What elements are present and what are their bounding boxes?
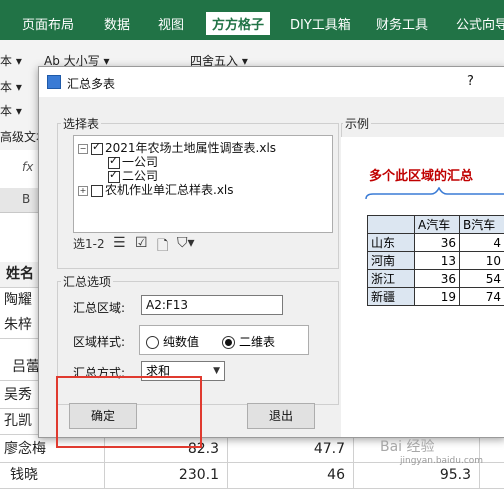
tree-item-workbook2[interactable]: + 农机作业单汇总样表.xls — [78, 181, 234, 198]
tree-toolbar: 选1-2 ☰ ☑ 🗋 ⛉▾ — [73, 235, 243, 255]
filter-icon[interactable]: ⛉▾ — [177, 235, 195, 251]
highlight-box — [56, 376, 202, 448]
radio-button[interactable] — [222, 336, 235, 349]
cell-value[interactable]: 230.1 — [104, 463, 228, 488]
checkbox[interactable] — [91, 143, 103, 155]
tab-data[interactable]: 数据 — [104, 14, 130, 33]
tab-diy-toolbox[interactable]: DIY工具箱 — [290, 14, 351, 33]
cell-value[interactable]: 95.3 — [354, 463, 480, 488]
ribbon-tab-bar: 页面布局 数据 视图 方方格子 DIY工具箱 财务工具 公式向导 — [0, 0, 504, 40]
check-all-icon[interactable]: ☑ — [135, 235, 148, 251]
dialog-title: 汇总多表 — [67, 75, 115, 92]
column-b-label[interactable]: B — [22, 192, 30, 206]
table-row: 钱晓 230.1 46 95.3 — [0, 463, 504, 489]
app-icon — [47, 75, 61, 89]
radio-label: 二维表 — [239, 335, 275, 349]
fx-icon[interactable]: fx — [22, 160, 33, 174]
ribbon-text-dropdown-1[interactable]: 本 ▾ — [0, 52, 22, 69]
cell-name[interactable]: 吕蕾 — [12, 355, 41, 380]
style-radio-group: 纯数值 二维表 — [139, 325, 309, 355]
example-row-label: 新疆 — [368, 288, 415, 306]
dialog-titlebar[interactable]: 汇总多表 ? — [39, 67, 504, 97]
formula-bar: fx — [0, 150, 40, 189]
collapse-icon[interactable]: − — [78, 144, 88, 154]
example-row-label: 浙江 — [368, 270, 415, 288]
example-cell: 74 — [460, 288, 504, 306]
cell-name[interactable]: 姓名 — [6, 262, 41, 287]
list-icon[interactable]: ☰ — [113, 235, 126, 251]
radio-label: 纯数值 — [163, 335, 199, 349]
radio-button[interactable] — [146, 336, 159, 349]
tab-page-layout[interactable]: 页面布局 — [22, 14, 74, 33]
checkbox[interactable] — [91, 185, 103, 197]
exit-button[interactable]: 退出 — [247, 403, 315, 429]
style-label: 区域样式: — [73, 333, 125, 350]
example-preview: 多个此区域的汇总 A汽车 B汽车 山东 36 4 河南 13 10 浙江 36 — [341, 137, 504, 437]
radio-plain-values[interactable]: 纯数值 — [146, 333, 199, 350]
column-header: B — [0, 188, 40, 213]
range-label: 汇总区域: — [73, 299, 125, 316]
table-tree[interactable]: −2021年农场土地属性调查表.xls 一公司 二公司 +农机作业单汇总样表.x… — [73, 135, 333, 233]
select-tables-label: 选择表 — [61, 115, 101, 132]
example-cell: 13 — [415, 252, 460, 270]
cell-name[interactable]: 孔凯 — [4, 409, 41, 434]
example-label: 示例 — [343, 115, 371, 132]
expand-icon[interactable]: + — [78, 186, 88, 196]
example-header-cell — [368, 216, 415, 234]
selection-count: 选1-2 — [73, 235, 105, 252]
example-cell: 10 — [460, 252, 504, 270]
cell-name[interactable]: 朱梓 — [4, 313, 41, 338]
chevron-down-icon: ▼ — [213, 362, 220, 380]
example-table: A汽车 B汽车 山东 36 4 河南 13 10 浙江 36 54 新疆 19 — [367, 215, 504, 306]
summary-options-label: 汇总选项 — [61, 273, 113, 290]
ribbon-text-dropdown-2[interactable]: 本 ▾ — [0, 78, 22, 95]
tab-finance-tools[interactable]: 财务工具 — [376, 14, 428, 33]
cell-name[interactable]: 钱晓 — [10, 463, 105, 488]
tab-view[interactable]: 视图 — [158, 14, 184, 33]
cell-value[interactable]: 46 — [228, 463, 354, 488]
example-cell: 54 — [460, 270, 504, 288]
example-cell: 4 — [460, 234, 504, 252]
range-input[interactable]: A2:F13 — [141, 295, 283, 315]
radio-2d-table[interactable]: 二维表 — [222, 333, 275, 350]
example-cell: 19 — [415, 288, 460, 306]
example-title: 多个此区域的汇总 — [369, 165, 473, 184]
example-header-cell: A汽车 — [415, 216, 460, 234]
baidu-watermark: Bai 经验 — [380, 436, 435, 456]
brace-icon — [365, 187, 504, 201]
example-cell: 36 — [415, 270, 460, 288]
example-row-label: 山东 — [368, 234, 415, 252]
cell-name[interactable]: 吴秀 — [4, 383, 41, 408]
add-file-icon[interactable]: 🗋 — [157, 235, 168, 259]
cell-name[interactable]: 陶耀 — [4, 288, 41, 313]
tab-fangfanggezi[interactable]: 方方格子 — [206, 12, 270, 35]
example-cell: 36 — [415, 234, 460, 252]
help-icon[interactable]: ? — [467, 74, 474, 89]
tree-item-label: 农机作业单汇总样表.xls — [105, 183, 234, 197]
cell-value[interactable]: 47.7 — [228, 437, 354, 462]
example-header-cell: B汽车 — [460, 216, 504, 234]
tab-formula-wizard[interactable]: 公式向导 — [456, 14, 504, 33]
example-row-label: 河南 — [368, 252, 415, 270]
watermark-url: jingyan.baidu.com — [400, 456, 483, 466]
ribbon-text-dropdown-3[interactable]: 本 ▾ — [0, 102, 22, 119]
